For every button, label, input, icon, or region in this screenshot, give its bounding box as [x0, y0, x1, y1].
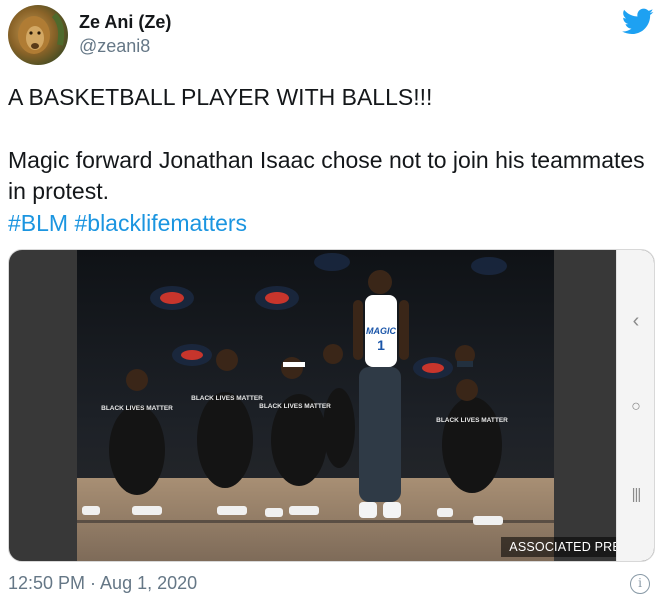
lion-avatar-image: [18, 12, 65, 54]
protest-photo: MAGIC 1 BLACK LIVES MATTER BLACK LIVES M…: [77, 250, 554, 561]
avatar[interactable]: [8, 5, 68, 65]
shirt-text: BLACK LIVES MATTER: [259, 403, 331, 410]
tweet-line-1: A BASKETBALL PLAYER WITH BALLS!!!: [8, 84, 433, 110]
hashtag-link[interactable]: #blacklifematters: [74, 210, 247, 236]
hashtag-row: #BLM #blacklifematters: [8, 208, 648, 240]
home-circle-icon: ○: [631, 398, 641, 415]
jersey-player: MAGIC 1: [353, 295, 409, 518]
shirt-text: BLACK LIVES MATTER: [101, 405, 173, 412]
twitter-bird-icon[interactable]: [621, 8, 654, 36]
display-name[interactable]: Ze Ani (Ze): [79, 12, 171, 33]
tweet-media-image[interactable]: MAGIC 1 BLACK LIVES MATTER BLACK LIVES M…: [8, 249, 655, 562]
shirt-text: BLACK LIVES MATTER: [436, 417, 508, 424]
tweet-timestamp[interactable]: 12:50 PM · Aug 1, 2020: [8, 573, 197, 594]
jersey-number: 1: [377, 337, 385, 353]
recent-apps-icon: |||: [631, 486, 642, 503]
tweet-line-2: Magic forward Jonathan Isaac chose not t…: [8, 146, 645, 205]
back-icon: ‹: [632, 310, 640, 332]
jersey-text: MAGIC: [366, 326, 396, 336]
tweet-text: A BASKETBALL PLAYER WITH BALLS!!! Magic …: [8, 82, 648, 239]
hashtag-link[interactable]: #BLM: [8, 210, 68, 236]
android-nav-bar: ‹ ○ |||: [616, 250, 654, 561]
user-handle[interactable]: @zeani8: [79, 36, 150, 57]
info-icon[interactable]: i: [630, 574, 650, 594]
shirt-text: BLACK LIVES MATTER: [191, 395, 263, 402]
